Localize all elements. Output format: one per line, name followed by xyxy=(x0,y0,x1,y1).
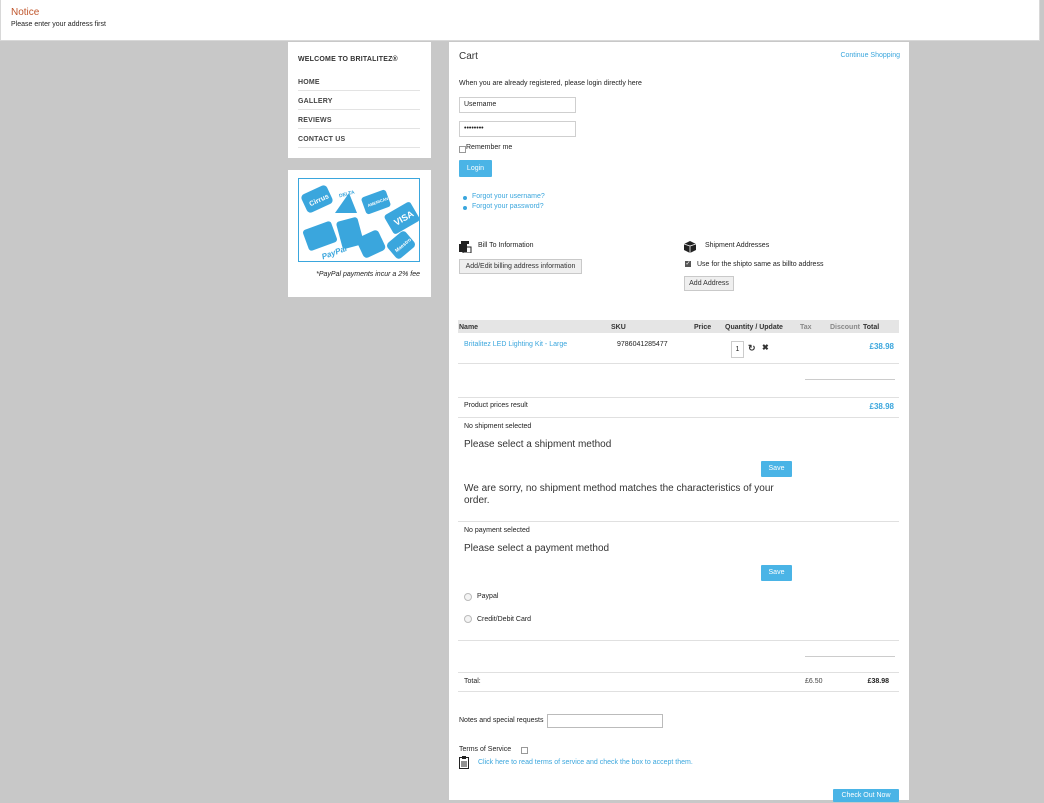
sidebar-item-home[interactable]: HOME xyxy=(298,79,420,91)
edit-billing-button[interactable]: Add/Edit billing address information xyxy=(459,259,582,274)
col-sku: SKU xyxy=(611,324,626,331)
payment-prompt: Please select a payment method xyxy=(464,543,610,554)
remember-checkbox[interactable] xyxy=(459,146,466,153)
shipping-heading: Shipment Addresses xyxy=(705,242,770,249)
notes-label: Notes and special requests xyxy=(459,717,544,724)
sidebar-item-contact[interactable]: CONTACT US xyxy=(298,136,420,148)
divider xyxy=(458,363,899,364)
shipment-prompt: Please select a shipment method xyxy=(464,439,612,450)
col-name: Name xyxy=(459,324,479,331)
payment-save-button[interactable]: Save xyxy=(761,565,792,581)
notes-textarea[interactable] xyxy=(547,714,663,728)
billing-heading: Bill To Information xyxy=(478,242,534,249)
bullet-icon xyxy=(463,196,467,200)
sidebar-item-reviews[interactable]: REVIEWS xyxy=(298,117,420,129)
payment-logos-panel: Cirrus AMERICAN EXPRESS VISA Maestro DEL… xyxy=(288,170,431,297)
shipment-status: No shipment selected xyxy=(464,423,532,430)
paypal-fee-note: *PayPal payments incur a 2% fee xyxy=(316,271,420,278)
payment-radio-paypal[interactable] xyxy=(464,593,472,601)
divider xyxy=(458,640,899,641)
product-prices-total: £38.98 xyxy=(869,402,894,411)
forgot-username-link[interactable]: Forgot your username? xyxy=(472,193,545,200)
login-intro: When you are already registered, please … xyxy=(459,80,642,87)
same-address-label: Use for the shipto same as billto addres… xyxy=(697,261,824,268)
paypal-logo-text: PayPal xyxy=(320,244,348,262)
same-address-checkbox[interactable]: ✓ xyxy=(685,261,691,267)
col-tax: Tax xyxy=(800,324,812,331)
login-button[interactable]: Login xyxy=(459,160,492,177)
payment-logos-image: Cirrus AMERICAN EXPRESS VISA Maestro DEL… xyxy=(298,178,420,262)
tos-link[interactable]: Click here to read terms of service and … xyxy=(478,759,693,766)
divider xyxy=(805,656,895,657)
total-label: Total: xyxy=(464,678,481,685)
payment-option-paypal: Paypal xyxy=(477,593,499,600)
col-total: Total xyxy=(863,324,880,331)
remember-label: Remember me xyxy=(466,144,513,151)
notice-title: Notice xyxy=(11,7,40,18)
tos-label: Terms of Service xyxy=(459,746,512,753)
checkout-button[interactable]: Check Out Now xyxy=(833,789,899,802)
product-name-link[interactable]: Britalitez LED Lighting Kit - Large xyxy=(464,341,567,348)
remove-item-icon[interactable]: ✖ xyxy=(762,343,769,352)
sidebar-welcome: WELCOME TO BRITALITEZ® xyxy=(298,56,398,63)
add-address-button[interactable]: Add Address xyxy=(684,276,734,291)
page-title: Cart xyxy=(459,51,478,62)
payment-radio-card[interactable] xyxy=(464,615,472,623)
product-total: £38.98 xyxy=(869,342,894,351)
username-input[interactable]: Username xyxy=(459,97,576,113)
notice-banner: Notice Please enter your address first xyxy=(0,0,1040,41)
divider xyxy=(458,521,899,522)
quantity-input[interactable]: 1 xyxy=(731,341,744,358)
shipment-save-button[interactable]: Save xyxy=(761,461,792,477)
sidebar-item-gallery[interactable]: GALLERY xyxy=(298,98,420,110)
product-sku: 9786041285477 xyxy=(617,341,668,348)
continue-shopping-link[interactable]: Continue Shopping xyxy=(840,52,900,59)
grand-total: £38.98 xyxy=(867,678,889,685)
cart-panel: Cart Continue Shopping When you are alre… xyxy=(449,42,909,802)
clipboard-icon xyxy=(459,756,469,774)
forgot-password-link[interactable]: Forgot your password? xyxy=(472,203,544,210)
sidebar-menu: WELCOME TO BRITALITEZ® HOME GALLERY REVI… xyxy=(288,42,431,158)
password-input[interactable]: •••••••• xyxy=(459,121,576,137)
col-price: Price xyxy=(694,324,712,331)
shipping-box-icon xyxy=(683,240,697,258)
total-tax: £6.50 xyxy=(805,678,823,685)
notice-message: Please enter your address first xyxy=(11,21,106,28)
col-discount: Discount xyxy=(830,324,860,331)
payment-status: No payment selected xyxy=(464,527,530,534)
update-quantity-icon[interactable]: ↻ xyxy=(748,343,756,354)
product-prices-label: Product prices result xyxy=(464,402,528,409)
tos-checkbox[interactable] xyxy=(521,747,528,754)
payment-option-card: Credit/Debit Card xyxy=(477,616,532,623)
billing-icon xyxy=(459,240,472,258)
divider xyxy=(458,672,899,673)
divider xyxy=(458,417,899,418)
bullet-icon xyxy=(463,206,467,210)
divider xyxy=(458,691,899,692)
divider xyxy=(805,379,895,380)
divider xyxy=(458,397,899,398)
shipment-sorry-message: We are sorry, no shipment method matches… xyxy=(464,483,774,506)
col-quantity: Quantity / Update xyxy=(725,324,783,331)
